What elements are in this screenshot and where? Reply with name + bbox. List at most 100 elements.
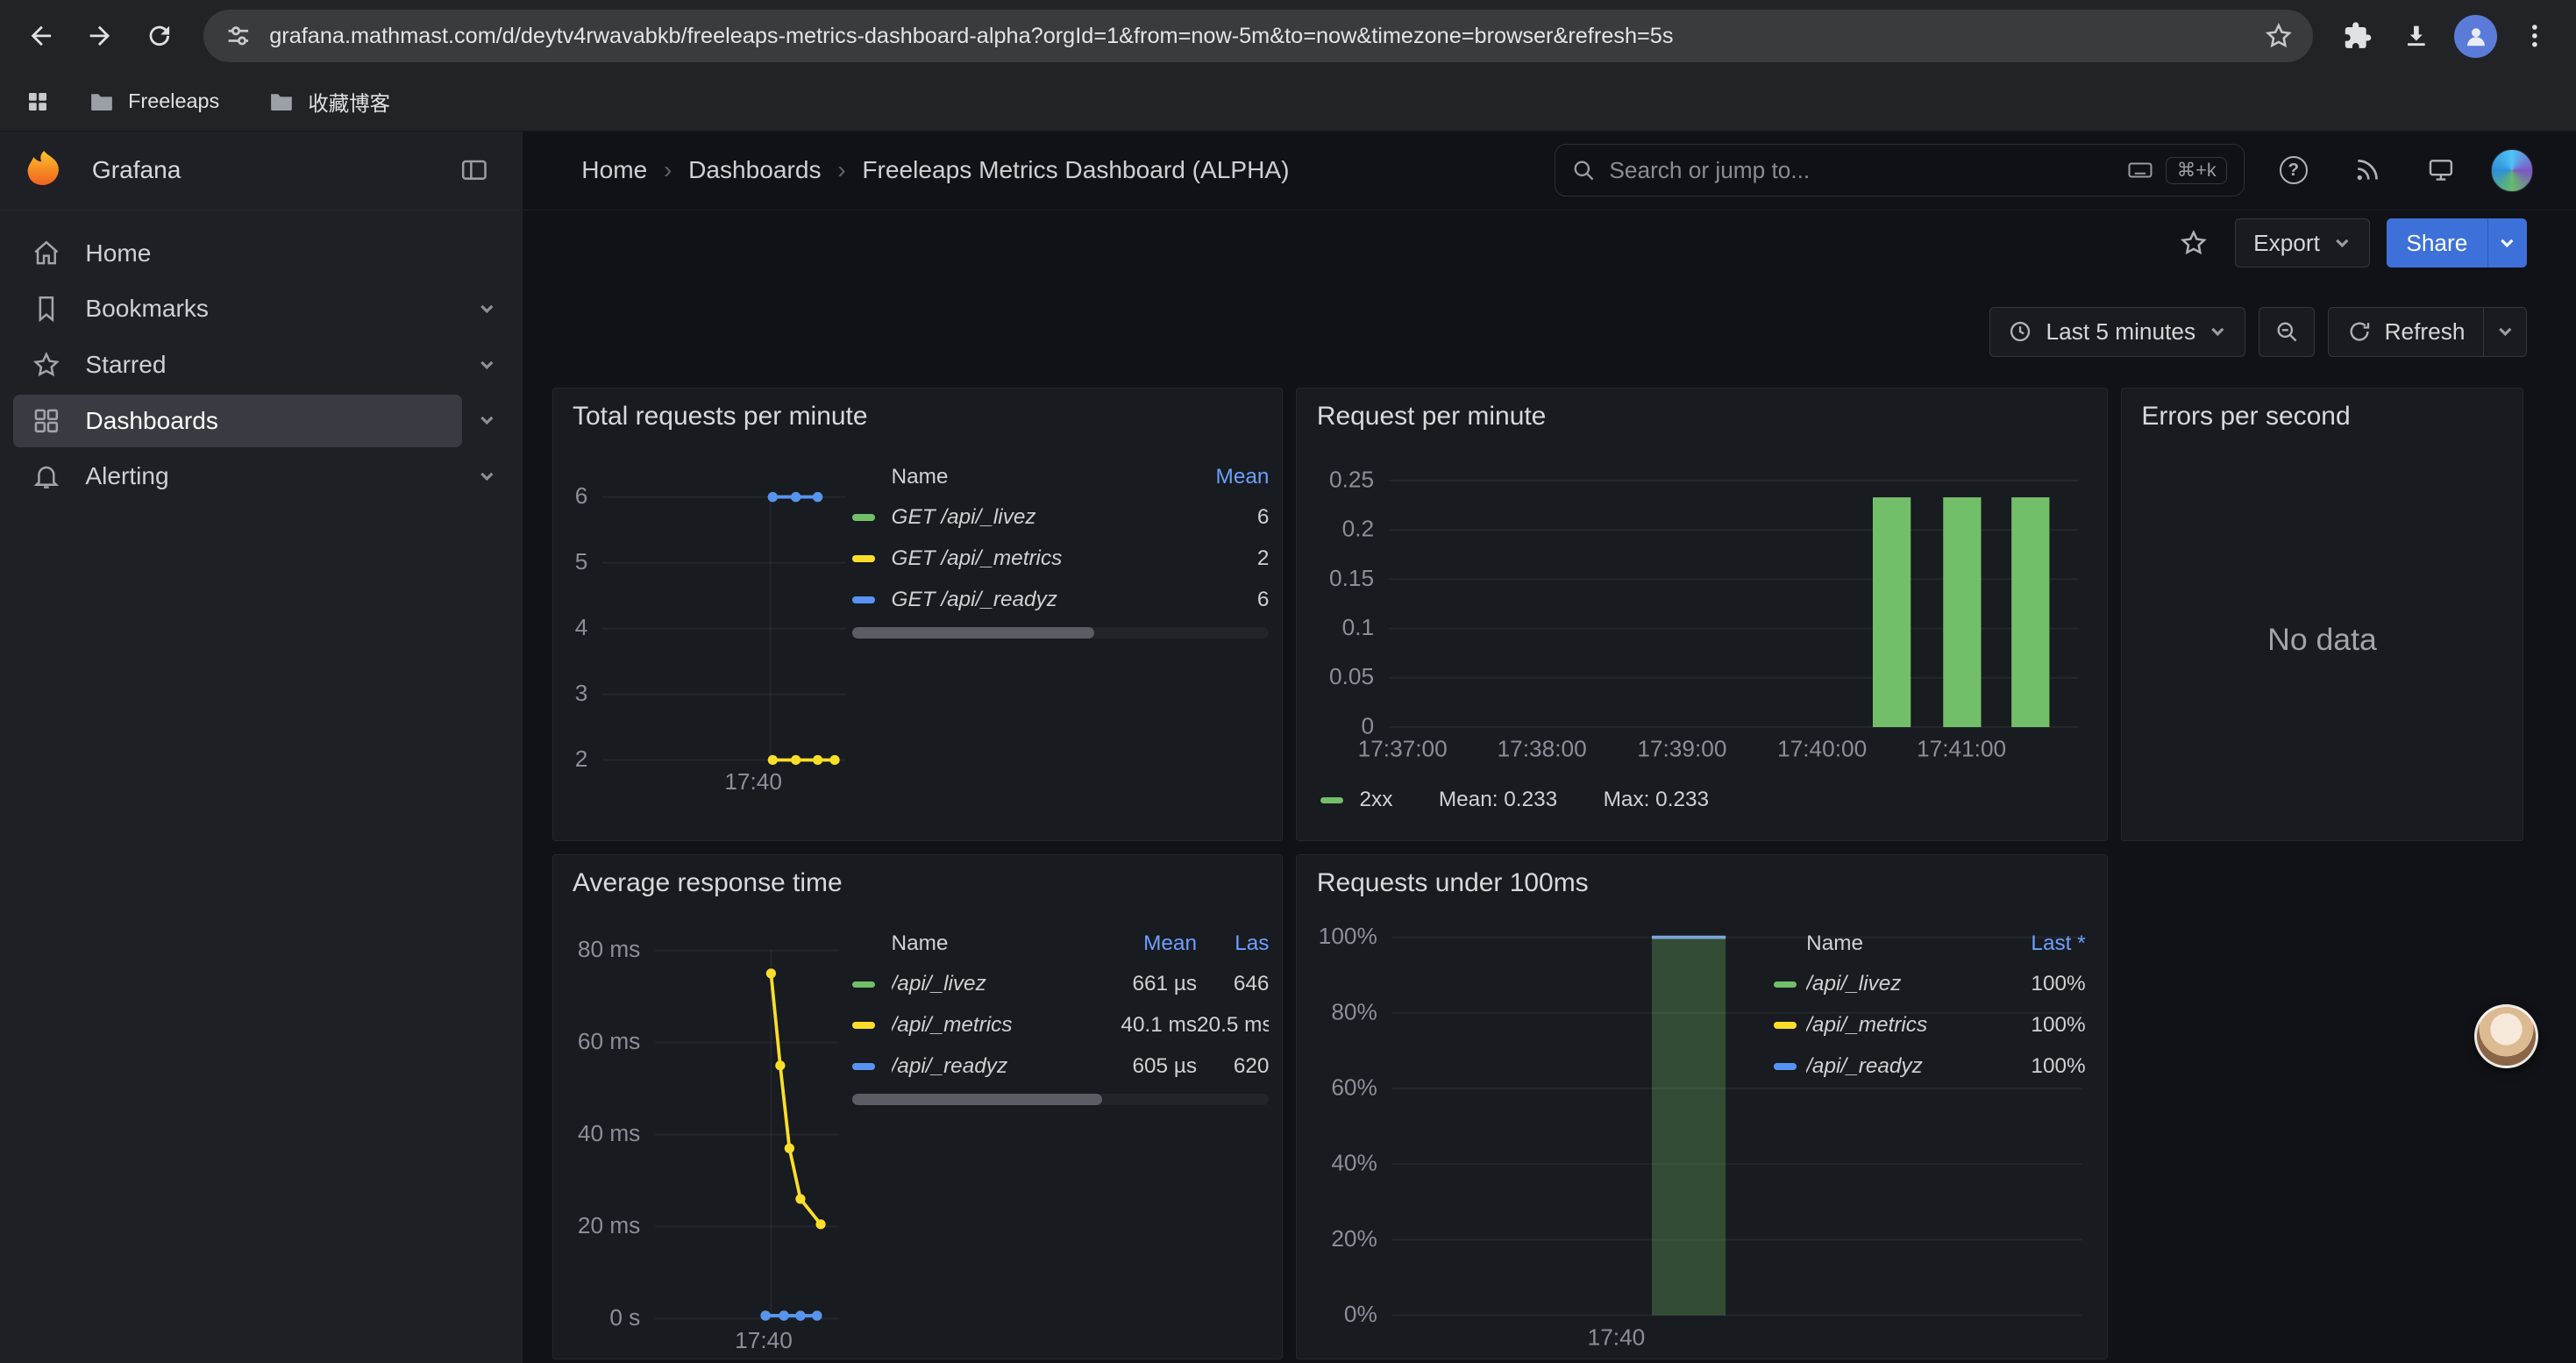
help-icon[interactable] bbox=[2269, 146, 2318, 195]
svg-text:20%: 20% bbox=[1332, 1225, 1377, 1252]
share-split-button: Share bbox=[2387, 218, 2527, 268]
back-button[interactable] bbox=[13, 8, 69, 64]
sidebar-item-bookmarks[interactable]: Bookmarks bbox=[13, 282, 462, 335]
panel-title[interactable]: Average response time bbox=[573, 868, 843, 898]
legend-scrollbar[interactable] bbox=[852, 1094, 1270, 1105]
legend-row[interactable]: /api/_livez 661 µs 646 bbox=[852, 964, 1270, 1005]
panel-avg-response-time: Average response time 80 ms60 ms40 ms20 … bbox=[552, 854, 1284, 1359]
legend-scrollbar[interactable] bbox=[852, 627, 1270, 639]
bookmark-star-icon[interactable] bbox=[2264, 21, 2294, 51]
legend-row[interactable]: /api/_livez 100% bbox=[1774, 964, 2086, 1005]
chevron-down-icon[interactable] bbox=[466, 344, 509, 387]
svg-text:0%: 0% bbox=[1344, 1301, 1377, 1327]
svg-text:0.05: 0.05 bbox=[1329, 663, 1374, 689]
sidebar-item-home[interactable]: Home bbox=[13, 227, 509, 280]
apps-grid-icon[interactable] bbox=[19, 83, 55, 119]
legend-col-name[interactable]: Name bbox=[892, 465, 1185, 489]
legend-table: Name Mean GET /api/_livez 6 GET /api/_me… bbox=[852, 458, 1270, 639]
legend-row[interactable]: /api/_readyz 605 µs 620 bbox=[852, 1046, 1270, 1088]
downloads-icon[interactable] bbox=[2388, 8, 2444, 64]
legend-row[interactable]: GET /api/_readyz 6 bbox=[852, 579, 1270, 620]
sidebar-item-alerting[interactable]: Alerting bbox=[13, 450, 462, 503]
url-text[interactable]: grafana.mathmast.com/d/deytv4rwavabkb/fr… bbox=[269, 24, 2247, 49]
legend-col-name[interactable]: Name bbox=[892, 931, 1089, 956]
share-dropdown-button[interactable] bbox=[2487, 218, 2527, 268]
bookmark-icon bbox=[30, 292, 62, 325]
panel-title[interactable]: Errors per second bbox=[2141, 402, 2350, 432]
breadcrumb-current: Freeleaps Metrics Dashboard (ALPHA) bbox=[862, 156, 1289, 184]
browser-toolbar: grafana.mathmast.com/d/deytv4rwavabkb/fr… bbox=[0, 0, 2576, 72]
scrollbar-thumb[interactable] bbox=[852, 1094, 1103, 1105]
brand-title: Grafana bbox=[92, 156, 437, 184]
address-bar[interactable]: grafana.mathmast.com/d/deytv4rwavabkb/fr… bbox=[203, 10, 2313, 62]
legend-col-mean[interactable]: Mean bbox=[1184, 465, 1269, 489]
legend-col-last[interactable]: Las bbox=[1197, 931, 1269, 956]
share-button[interactable]: Share bbox=[2387, 218, 2487, 268]
refresh-button[interactable]: Refresh bbox=[2329, 308, 2483, 355]
sidebar-menu: Home Bookmarks bbox=[0, 211, 522, 519]
keyboard-icon bbox=[2127, 157, 2153, 183]
scrollbar-thumb[interactable] bbox=[852, 627, 1094, 639]
svg-text:6: 6 bbox=[574, 482, 587, 509]
reload-button[interactable] bbox=[132, 8, 188, 64]
svg-text:5: 5 bbox=[574, 548, 587, 574]
favorite-star-icon[interactable] bbox=[2169, 218, 2218, 268]
series-color-dash bbox=[852, 596, 875, 603]
svg-text:40%: 40% bbox=[1332, 1150, 1377, 1176]
search-box[interactable]: ⌘+k bbox=[1555, 144, 2245, 196]
bookmark-folder-blog[interactable]: 收藏博客 bbox=[253, 82, 407, 121]
dashboard-toolbar: Export Share bbox=[523, 211, 2576, 276]
breadcrumb-separator-icon bbox=[664, 156, 672, 184]
rss-icon[interactable] bbox=[2343, 146, 2392, 195]
grafana-logo[interactable] bbox=[23, 149, 66, 192]
legend-row[interactable]: /api/_readyz 100% bbox=[1774, 1046, 2086, 1088]
bookmark-folder-freeleaps[interactable]: Freeleaps bbox=[72, 83, 236, 119]
series-color-dash bbox=[1774, 981, 1797, 988]
chevron-down-icon bbox=[2498, 234, 2516, 253]
browser-profile-avatar[interactable] bbox=[2454, 15, 2497, 58]
zoom-out-button[interactable] bbox=[2259, 307, 2315, 356]
no-data-message: No data bbox=[2122, 622, 2523, 658]
legend-row[interactable]: GET /api/_metrics 2 bbox=[852, 539, 1270, 580]
legend-col-last[interactable]: Last * bbox=[1994, 931, 2086, 956]
site-info-icon[interactable] bbox=[224, 21, 253, 51]
svg-text:4: 4 bbox=[574, 614, 587, 640]
legend-col-name[interactable]: Name bbox=[1806, 931, 1994, 956]
sidebar-item-dashboards[interactable]: Dashboards bbox=[13, 395, 462, 447]
svg-text:17:40:00: 17:40:00 bbox=[1777, 736, 1867, 762]
chevron-down-icon[interactable] bbox=[466, 455, 509, 498]
legend-series-label[interactable]: 2xx bbox=[1360, 788, 1393, 812]
legend-max: Max: 0.233 bbox=[1604, 788, 1709, 812]
panel-title[interactable]: Requests under 100ms bbox=[1317, 868, 1589, 898]
time-range-picker[interactable]: Last 5 minutes bbox=[1989, 307, 2245, 356]
svg-text:17:40: 17:40 bbox=[724, 768, 782, 795]
refresh-interval-dropdown[interactable] bbox=[2483, 308, 2526, 355]
dock-menu-icon[interactable] bbox=[449, 146, 498, 195]
menu-kebab-icon[interactable] bbox=[2507, 8, 2563, 64]
monitor-icon[interactable] bbox=[2416, 146, 2466, 195]
breadcrumb-separator-icon bbox=[837, 156, 845, 184]
sidebar-item-starred[interactable]: Starred bbox=[13, 339, 462, 391]
breadcrumb-home[interactable]: Home bbox=[581, 156, 647, 184]
user-avatar[interactable] bbox=[2491, 149, 2534, 192]
panel-title[interactable]: Request per minute bbox=[1317, 402, 1547, 432]
search-input[interactable] bbox=[1609, 157, 2113, 184]
legend-row[interactable]: GET /api/_livez 6 bbox=[852, 497, 1270, 539]
panel-title[interactable]: Total requests per minute bbox=[573, 402, 868, 432]
series-color-dash bbox=[852, 514, 875, 520]
chevron-down-icon[interactable] bbox=[466, 399, 509, 442]
series-color-dash bbox=[852, 981, 875, 988]
forward-button[interactable] bbox=[72, 8, 128, 64]
sidebar: Grafana Home bbox=[0, 132, 523, 1363]
svg-text:40 ms: 40 ms bbox=[577, 1120, 639, 1146]
legend-row[interactable]: /api/_metrics 100% bbox=[1774, 1005, 2086, 1046]
extensions-icon[interactable] bbox=[2330, 8, 2386, 64]
export-button[interactable]: Export bbox=[2235, 218, 2371, 268]
chevron-down-icon[interactable] bbox=[466, 288, 509, 331]
legend-row[interactable]: /api/_metrics 40.1 ms 20.5 ms bbox=[852, 1005, 1270, 1046]
floating-avatar[interactable] bbox=[2474, 1004, 2538, 1068]
breadcrumb-dashboards[interactable]: Dashboards bbox=[688, 156, 821, 184]
legend-mean: Mean: 0.233 bbox=[1439, 788, 1557, 812]
bookmarks-bar: Freeleaps 收藏博客 bbox=[0, 72, 2576, 131]
legend-col-mean[interactable]: Mean bbox=[1088, 931, 1197, 956]
